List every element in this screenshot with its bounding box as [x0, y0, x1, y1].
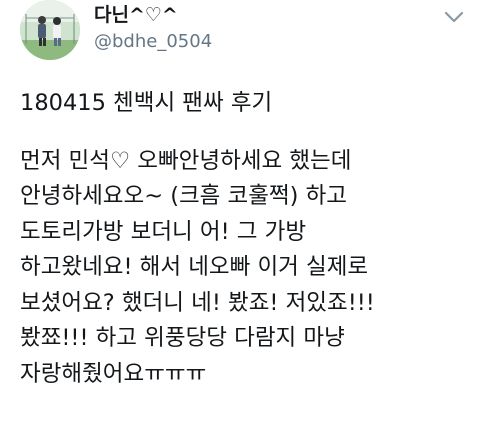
- tweet-line: 보셨어요? 했더니 네! 봤죠! 저있죠!!!: [20, 289, 375, 316]
- profile-photo-avatar: [20, 0, 80, 60]
- tweet-text: 180415 첸백시 팬싸 후기 먼저 민석♡ 오빠안녕하세요 했는데 안녕하세…: [20, 86, 470, 392]
- chevron-down-icon[interactable]: [442, 8, 466, 26]
- tweet-line: 하고왔네요! 해서 네오빠 이거 실제로: [20, 254, 369, 280]
- display-name[interactable]: 다닌^♡^: [94, 4, 178, 26]
- tweet-line: 봤쬬!!! 하고 위풍당당 다람지 마냥: [20, 325, 345, 351]
- tweet-title: 180415 첸백시 팬싸 후기: [20, 90, 273, 116]
- tweet-line: 먼저 민석♡ 오빠안녕하세요 했는데: [20, 147, 352, 174]
- avatar[interactable]: [20, 0, 80, 60]
- tweet-line: 도토리가방 보더니 어! 그 가방: [20, 218, 307, 245]
- user-handle[interactable]: @bdhe_0504: [94, 31, 212, 53]
- tweet-line: 안녕하세요오~ (크흠 코훌쩍) 하고: [20, 183, 347, 209]
- tweet-line: 자랑해줬어요ㅠㅠㅠ: [20, 360, 207, 387]
